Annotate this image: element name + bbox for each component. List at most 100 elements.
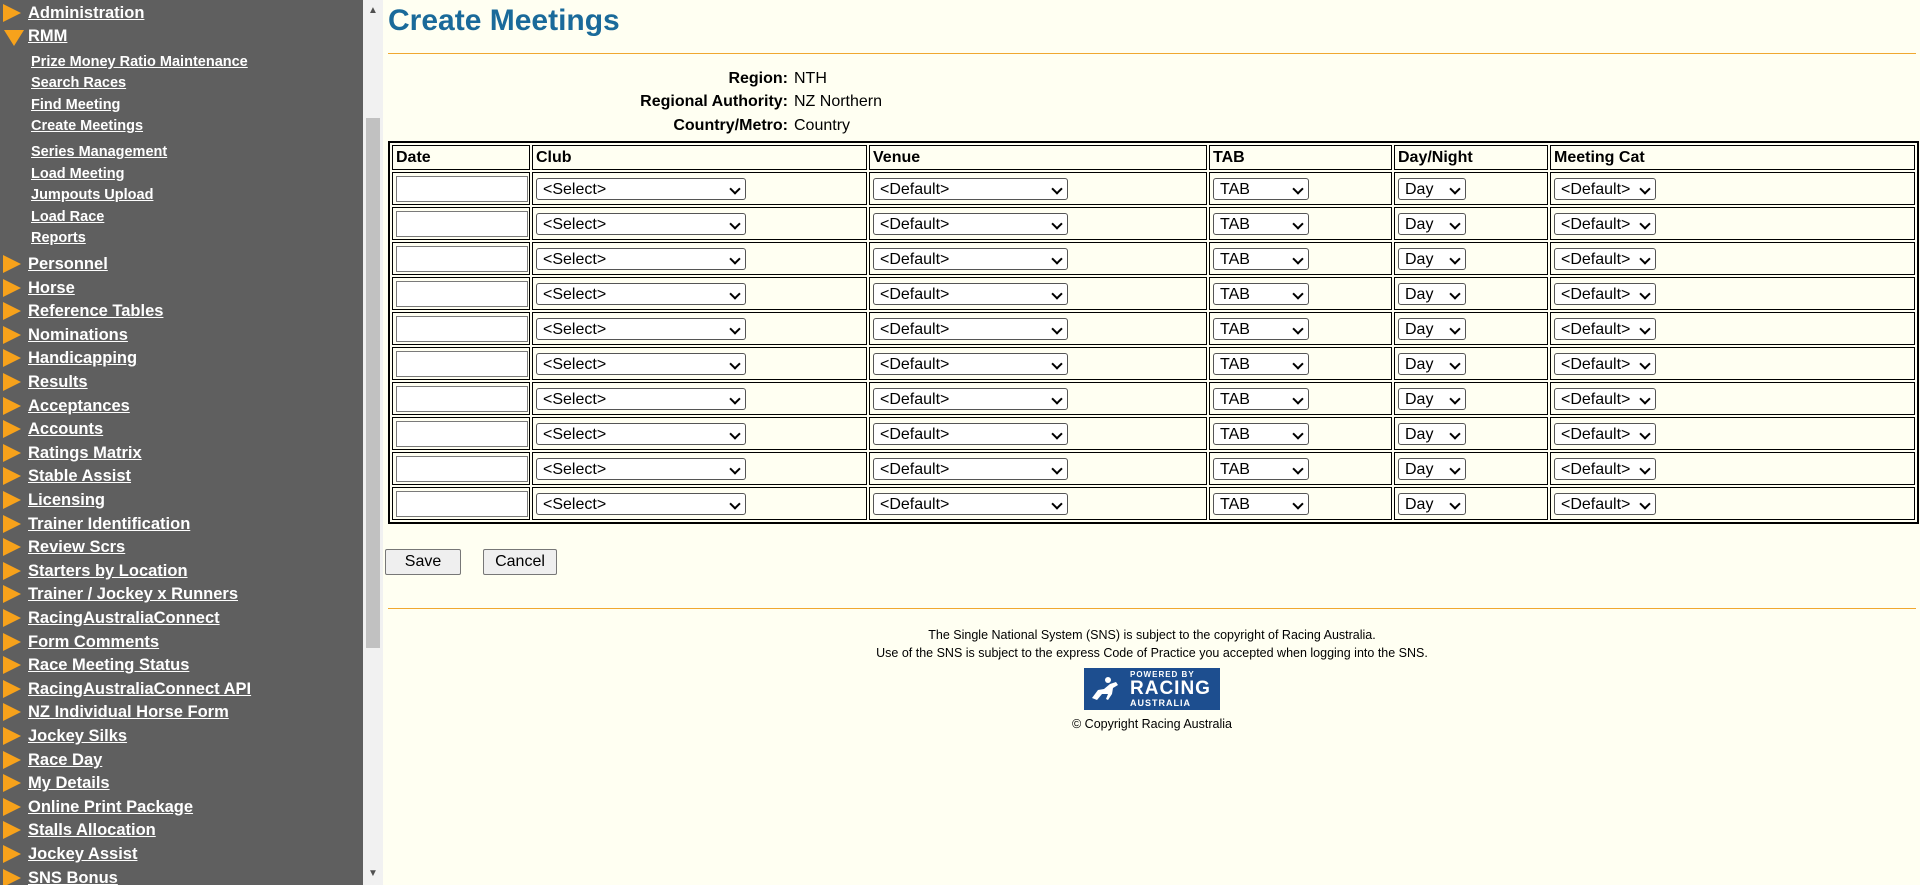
venue-select[interactable]: <Default> <box>873 177 1068 200</box>
sidebar-item-label[interactable]: Jockey Silks <box>28 726 127 746</box>
date-input[interactable] <box>396 175 528 202</box>
date-input[interactable] <box>396 315 528 342</box>
tab-select[interactable]: TAB <box>1213 422 1309 445</box>
subitem-prize-money-ratio[interactable]: Prize Money Ratio Maintenance <box>31 53 248 71</box>
daynight-select[interactable]: Day <box>1398 492 1466 515</box>
sidebar-item-label[interactable]: My Details <box>28 773 110 793</box>
daynight-select[interactable]: Day <box>1398 422 1466 445</box>
tab-select[interactable]: TAB <box>1213 317 1309 340</box>
meeting-cat-select[interactable]: <Default> <box>1554 352 1656 375</box>
sidebar-item-label[interactable]: Results <box>28 372 88 392</box>
daynight-select[interactable]: Day <box>1398 282 1466 305</box>
club-select[interactable]: <Select> <box>536 177 746 200</box>
sidebar-item-label[interactable]: Nominations <box>28 325 128 345</box>
meeting-cat-select[interactable]: <Default> <box>1554 212 1656 235</box>
date-input[interactable] <box>396 350 528 377</box>
sidebar-item-label[interactable]: Accounts <box>28 419 103 439</box>
sidebar-item-label[interactable]: RacingAustraliaConnect <box>28 608 220 628</box>
sidebar-item-label[interactable]: RacingAustraliaConnect API <box>28 679 251 699</box>
daynight-select[interactable]: Day <box>1398 247 1466 270</box>
sidebar-item-label[interactable]: Stable Assist <box>28 466 131 486</box>
tab-select[interactable]: TAB <box>1213 177 1309 200</box>
subitem-create-meetings[interactable]: Create Meetings <box>31 117 143 135</box>
club-select[interactable]: <Select> <box>536 492 746 515</box>
sidebar-item-label[interactable]: Handicapping <box>28 348 137 368</box>
subitem-series-management[interactable]: Series Management <box>31 143 167 161</box>
scroll-up-icon[interactable]: ▲ <box>363 5 383 17</box>
date-input[interactable] <box>396 455 528 482</box>
venue-select[interactable]: <Default> <box>873 317 1068 340</box>
club-select[interactable]: <Select> <box>536 317 746 340</box>
daynight-select[interactable]: Day <box>1398 457 1466 480</box>
sidebar-item-label[interactable]: Horse <box>28 278 75 298</box>
sidebar-item-label[interactable]: SNS Bonus <box>28 868 118 885</box>
save-button[interactable]: Save <box>385 549 461 575</box>
venue-select[interactable]: <Default> <box>873 247 1068 270</box>
date-input[interactable] <box>396 420 528 447</box>
scrollbar-thumb[interactable] <box>366 118 380 648</box>
daynight-select[interactable]: Day <box>1398 212 1466 235</box>
sidebar-item-label[interactable]: Online Print Package <box>28 797 193 817</box>
date-input[interactable] <box>396 385 528 412</box>
scroll-down-icon[interactable]: ▼ <box>363 868 383 880</box>
sidebar-item-label[interactable]: Ratings Matrix <box>28 443 142 463</box>
venue-select[interactable]: <Default> <box>873 457 1068 480</box>
cancel-button[interactable]: Cancel <box>483 549 557 575</box>
venue-select[interactable]: <Default> <box>873 352 1068 375</box>
sidebar-item-label[interactable]: Personnel <box>28 254 108 274</box>
sidebar-item-label[interactable]: Acceptances <box>28 396 130 416</box>
daynight-select[interactable]: Day <box>1398 352 1466 375</box>
subitem-jumpouts-upload[interactable]: Jumpouts Upload <box>31 186 153 204</box>
sidebar-item-label[interactable]: Jockey Assist <box>28 844 137 864</box>
daynight-select[interactable]: Day <box>1398 317 1466 340</box>
venue-select[interactable]: <Default> <box>873 422 1068 445</box>
meeting-cat-select[interactable]: <Default> <box>1554 492 1656 515</box>
sidebar-item-label[interactable]: Administration <box>28 3 144 23</box>
sidebar-item-label[interactable]: Form Comments <box>28 632 159 652</box>
club-select[interactable]: <Select> <box>536 422 746 445</box>
tab-select[interactable]: TAB <box>1213 492 1309 515</box>
sidebar-item-label[interactable]: Race Meeting Status <box>28 655 189 675</box>
meeting-cat-select[interactable]: <Default> <box>1554 422 1656 445</box>
subitem-find-meeting[interactable]: Find Meeting <box>31 96 120 114</box>
club-select[interactable]: <Select> <box>536 387 746 410</box>
meeting-cat-select[interactable]: <Default> <box>1554 387 1656 410</box>
subitem-reports[interactable]: Reports <box>31 229 86 247</box>
club-select[interactable]: <Select> <box>536 212 746 235</box>
meeting-cat-select[interactable]: <Default> <box>1554 282 1656 305</box>
tab-select[interactable]: TAB <box>1213 212 1309 235</box>
venue-select[interactable]: <Default> <box>873 212 1068 235</box>
tab-select[interactable]: TAB <box>1213 282 1309 305</box>
sidebar-item-label[interactable]: Race Day <box>28 750 102 770</box>
meeting-cat-select[interactable]: <Default> <box>1554 177 1656 200</box>
tab-select[interactable]: TAB <box>1213 387 1309 410</box>
club-select[interactable]: <Select> <box>536 352 746 375</box>
sidebar-item-label[interactable]: Trainer / Jockey x Runners <box>28 584 238 604</box>
venue-select[interactable]: <Default> <box>873 387 1068 410</box>
sidebar-item-label[interactable]: Licensing <box>28 490 105 510</box>
sidebar-item-label[interactable]: RMM <box>28 26 67 46</box>
date-input[interactable] <box>396 245 528 272</box>
tab-select[interactable]: TAB <box>1213 457 1309 480</box>
sidebar-item-label[interactable]: Stalls Allocation <box>28 820 156 840</box>
sidebar-item-label[interactable]: Reference Tables <box>28 301 163 321</box>
date-input[interactable] <box>396 210 528 237</box>
subitem-search-races[interactable]: Search Races <box>31 74 126 92</box>
club-select[interactable]: <Select> <box>536 457 746 480</box>
sidebar-item-label[interactable]: Trainer Identification <box>28 514 190 534</box>
tab-select[interactable]: TAB <box>1213 352 1309 375</box>
club-select[interactable]: <Select> <box>536 247 746 270</box>
date-input[interactable] <box>396 280 528 307</box>
daynight-select[interactable]: Day <box>1398 177 1466 200</box>
meeting-cat-select[interactable]: <Default> <box>1554 457 1656 480</box>
date-input[interactable] <box>396 490 528 517</box>
subitem-load-race[interactable]: Load Race <box>31 208 104 226</box>
subitem-load-meeting[interactable]: Load Meeting <box>31 165 124 183</box>
sidebar-item-label[interactable]: Starters by Location <box>28 561 188 581</box>
club-select[interactable]: <Select> <box>536 282 746 305</box>
sidebar-item-label[interactable]: Review Scrs <box>28 537 125 557</box>
daynight-select[interactable]: Day <box>1398 387 1466 410</box>
tab-select[interactable]: TAB <box>1213 247 1309 270</box>
sidebar-scrollbar[interactable]: ▲ ▼ <box>363 0 383 885</box>
meeting-cat-select[interactable]: <Default> <box>1554 247 1656 270</box>
